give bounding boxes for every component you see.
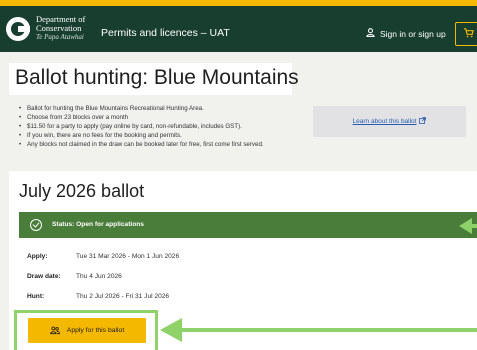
app-title: Permits and licences – UAT — [101, 27, 230, 39]
check-circle-icon — [30, 219, 42, 231]
hunt-label: Hunt: — [27, 293, 45, 300]
apply-dates: Tue 31 Mar 2026 - Mon 1 Jun 2026 — [76, 253, 180, 260]
cart-button[interactable] — [455, 22, 477, 46]
hunt-dates: Thu 2 Jul 2026 - Fri 31 Jul 2026 — [76, 293, 170, 300]
external-link-icon — [419, 117, 427, 126]
doc-logo-icon[interactable] — [6, 17, 30, 41]
cart-icon — [463, 25, 474, 43]
draw-date-label: Draw date: — [27, 273, 61, 280]
intro-list: Ballot for hunting the Blue Mountains Re… — [19, 105, 309, 150]
sign-in-link[interactable]: Sign in or sign up — [366, 28, 446, 39]
ballot-heading: July 2026 ballot — [19, 181, 145, 201]
org-logo-text[interactable]: Department of Conservation Te Papa Atawh… — [36, 15, 85, 42]
apply-for-ballot-button[interactable]: Apply for this ballot — [28, 318, 146, 343]
list-item: If you win, there are no fees for the bo… — [19, 132, 309, 141]
learn-link-label: Learn about this ballot — [352, 118, 417, 125]
draw-date-value: Thu 4 Jun 2026 — [76, 273, 122, 280]
person-group-icon — [50, 322, 60, 340]
page-title-panel: Ballot hunting: Blue Mountains — [9, 63, 299, 95]
learn-about-ballot-link[interactable]: Learn about this ballot — [353, 117, 427, 126]
org-maori-name: Te Papa Atawhai — [36, 33, 84, 41]
list-item: Any blocks not claimed in the draw can b… — [19, 141, 309, 150]
org-line-2: Conservation — [36, 23, 82, 33]
list-item: Ballot for hunting the Blue Mountains Re… — [19, 105, 309, 114]
status-banner: Status: Open for applications — [19, 212, 477, 238]
page-title: Ballot hunting: Blue Mountains — [15, 66, 299, 89]
apply-button-label: Apply for this ballot — [66, 327, 125, 334]
site-header: Department of Conservation Te Papa Atawh… — [0, 6, 477, 52]
list-item: Choose from 23 blocks over a month — [19, 114, 309, 123]
list-item: $11.50 for a party to apply (pay online … — [19, 123, 309, 132]
learn-more-panel: Learn about this ballot — [313, 106, 466, 137]
apply-label: Apply: — [27, 253, 48, 260]
sign-in-label: Sign in or sign up — [380, 28, 446, 39]
user-icon — [366, 28, 375, 39]
status-text: Status: Open for applications — [52, 221, 144, 228]
